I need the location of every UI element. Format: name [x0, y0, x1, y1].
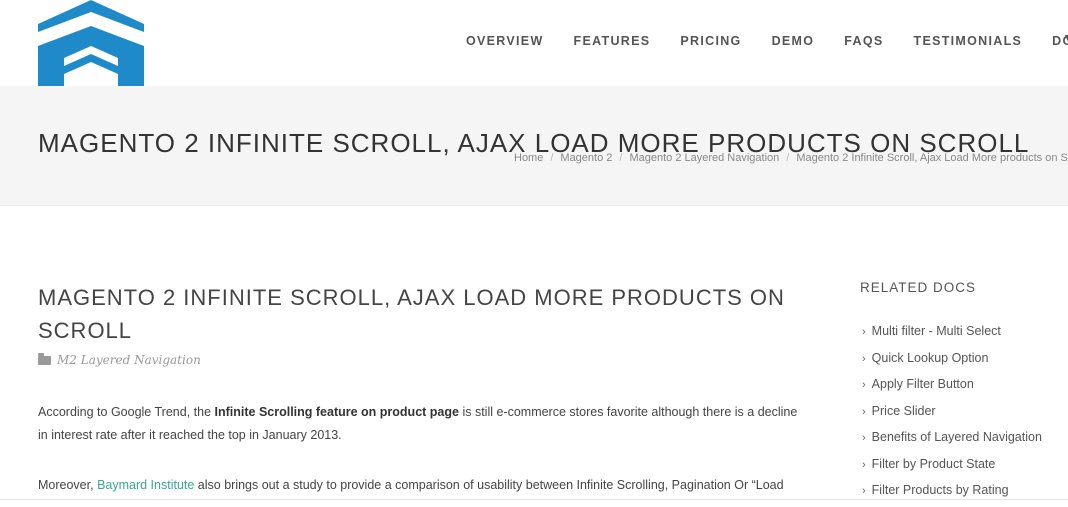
- related-doc-item[interactable]: › Filter by Product State: [862, 454, 1042, 481]
- related-doc-item[interactable]: › Apply Filter Button: [862, 374, 1042, 401]
- nav-overview[interactable]: OVERVIEW: [466, 34, 544, 48]
- bold-text: Infinite Scrolling feature on product pa…: [214, 405, 459, 419]
- post-meta: M2 Layered Navigation: [38, 352, 201, 367]
- site-header: OVERVIEW FEATURES PRICING DEMO FAQS TEST…: [0, 0, 1068, 86]
- nav-features[interactable]: FEATURES: [574, 34, 651, 48]
- related-doc-label: Filter Products by Rating: [871, 483, 1009, 497]
- related-doc-label: Multi filter - Multi Select: [871, 324, 1001, 338]
- brand-logo[interactable]: [38, 0, 144, 86]
- folder-icon: [38, 352, 51, 365]
- chevron-right-icon: ›: [862, 405, 866, 418]
- related-doc-label: Quick Lookup Option: [871, 350, 989, 365]
- breadcrumb: Home / Magento 2 / Magento 2 Layered Navigat…: [514, 152, 1068, 164]
- divider: [0, 499, 1068, 500]
- breadcrumb-separator: /: [550, 152, 554, 164]
- chevron-right-icon: ›: [862, 379, 866, 391]
- breadcrumb-magento2[interactable]: Magento 2: [560, 152, 612, 164]
- chevron-right-icon: ›: [862, 432, 866, 444]
- breadcrumb-separator: /: [786, 152, 790, 164]
- chevron-right-icon: ›: [862, 352, 866, 365]
- related-docs-heading: RELATED DOCS: [860, 280, 977, 295]
- intro-paragraph: According to Google Trend, the Infinite …: [38, 401, 808, 447]
- post-title: MAGENTO 2 INFINITE SCROLL, AJAX LOAD MOR…: [38, 285, 785, 343]
- breadcrumb-layered-navigation[interactable]: Magento 2 Layered Navigation: [629, 152, 779, 164]
- main-nav: OVERVIEW FEATURES PRICING DEMO FAQS TEST…: [466, 34, 1068, 48]
- related-doc-item[interactable]: › Benefits of Layered Navigation: [862, 427, 1042, 454]
- paragraph-text: also brings out a study to provide a com…: [194, 478, 784, 492]
- related-doc-item[interactable]: › Quick Lookup Option: [862, 348, 1042, 375]
- chevron-right-icon: ›: [862, 458, 866, 471]
- nav-faqs[interactable]: FAQS: [844, 34, 883, 48]
- category-link[interactable]: M2 Layered Navigation: [57, 353, 201, 367]
- chevron-right-icon: ›: [862, 326, 866, 338]
- nav-more-icon[interactable]: ▼: [1062, 30, 1068, 46]
- related-doc-item[interactable]: › Multi filter - Multi Select: [862, 321, 1042, 348]
- related-doc-label: Apply Filter Button: [871, 377, 974, 391]
- chevron-right-icon: ›: [862, 485, 866, 497]
- nav-testimonials[interactable]: TESTIMONIALS: [914, 34, 1023, 48]
- related-doc-item[interactable]: › Filter Products by Rating: [862, 480, 1042, 507]
- baymard-link[interactable]: Baymard Institute: [97, 478, 194, 492]
- paragraph-text: Moreover,: [38, 478, 98, 492]
- breadcrumb-separator: /: [619, 152, 623, 164]
- related-doc-label: Benefits of Layered Navigation: [871, 430, 1042, 444]
- related-docs-list: › Multi filter - Multi Select › Quick Look…: [862, 321, 1042, 507]
- breadcrumb-current: Magento 2 Infinite Scroll, Ajax Load Mor…: [796, 152, 1068, 164]
- related-doc-label: Filter by Product State: [871, 456, 996, 471]
- page-title-band: MAGENTO 2 INFINITE SCROLL, AJAX LOAD MOR…: [0, 86, 1068, 206]
- related-doc-label: Price Slider: [871, 403, 936, 418]
- second-paragraph: Moreover, Baymard Institute also brings …: [38, 474, 808, 497]
- nav-pricing[interactable]: PRICING: [680, 34, 741, 48]
- nav-demo[interactable]: DEMO: [772, 34, 815, 48]
- breadcrumb-home[interactable]: Home: [514, 152, 543, 164]
- related-doc-item[interactable]: › Price Slider: [862, 401, 1042, 428]
- paragraph-text: According to Google Trend, the: [38, 405, 215, 419]
